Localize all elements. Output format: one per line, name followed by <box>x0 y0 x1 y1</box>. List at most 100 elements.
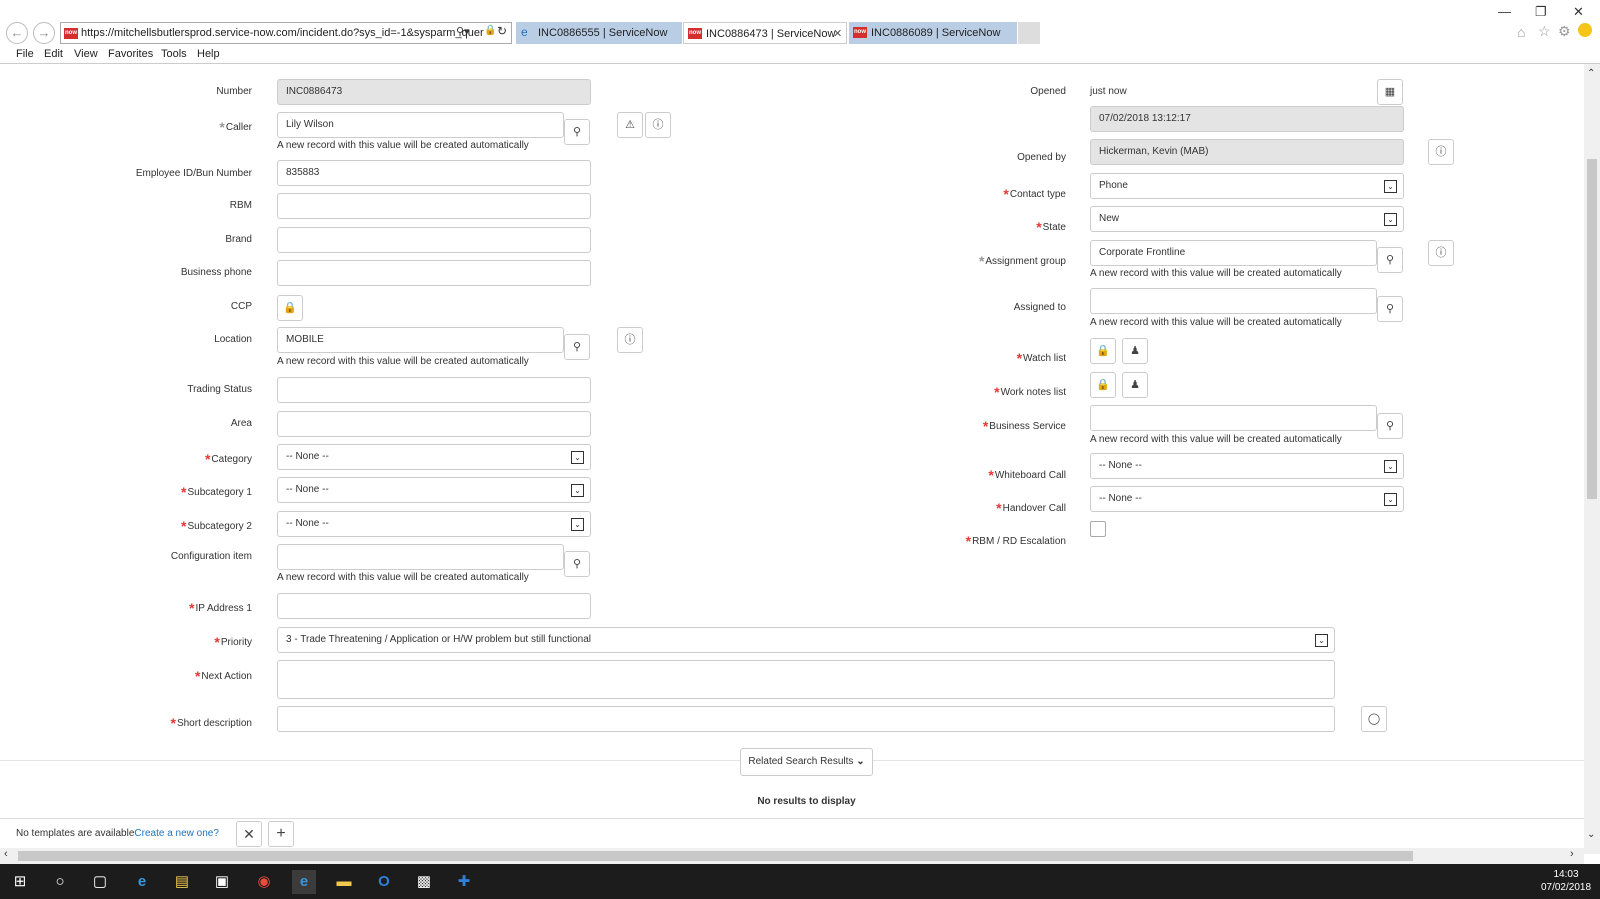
vertical-scrollbar[interactable]: ⌃ ⌄ <box>1584 64 1600 854</box>
command-prompt-icon[interactable]: ▩ <box>412 870 436 894</box>
location-info-icon[interactable]: ⓘ <box>617 327 643 353</box>
caller-info-icon[interactable]: ⓘ <box>645 112 671 138</box>
calendar-icon[interactable]: ▦ <box>1377 79 1403 105</box>
number-field: INC0886473 <box>277 79 591 105</box>
state-select[interactable]: New ⌄ <box>1090 206 1404 232</box>
caller-search-icon[interactable]: ⚲ <box>564 119 590 145</box>
settings-gear-icon[interactable]: ⚙ <box>1558 23 1571 40</box>
restore-icon[interactable]: ❐ <box>1535 4 1547 20</box>
back-icon[interactable]: ← <box>6 22 28 44</box>
edge-icon[interactable]: e <box>130 870 154 894</box>
rbm-escalation-checkbox[interactable] <box>1090 521 1106 537</box>
config-item-search-icon[interactable]: ⚲ <box>564 551 590 577</box>
search-icon[interactable]: ⚲▾ <box>456 25 470 38</box>
favorites-star-icon[interactable]: ☆ <box>1538 23 1551 40</box>
brand-label: Brand <box>225 234 252 245</box>
state-label: *State <box>1036 219 1066 235</box>
work-notes-add-user-icon[interactable]: ♟ <box>1122 372 1148 398</box>
business-service-field[interactable] <box>1090 405 1377 431</box>
work-notes-lock-icon[interactable]: 🔒 <box>1090 372 1116 398</box>
config-item-field[interactable] <box>277 544 564 570</box>
windows-start-icon[interactable]: ⊞ <box>8 870 32 894</box>
minimize-icon[interactable]: — <box>1498 4 1511 19</box>
related-search-button[interactable]: Related Search Results ⌄ <box>740 748 873 776</box>
assignment-group-search-icon[interactable]: ⚲ <box>1377 247 1403 273</box>
watch-list-lock-icon[interactable]: 🔒 <box>1090 338 1116 364</box>
address-bar[interactable]: now https://mitchellsbutlersprod.service… <box>60 22 512 44</box>
next-action-textarea[interactable] <box>277 660 1335 699</box>
add-icon[interactable]: + <box>268 821 294 847</box>
opened-by-info-icon[interactable]: ⓘ <box>1428 139 1454 165</box>
lightbulb-icon[interactable]: ◯ <box>1361 706 1387 732</box>
home-icon[interactable]: ⌂ <box>1517 24 1525 40</box>
app-plus-icon[interactable]: ✚ <box>452 870 476 894</box>
location-field[interactable]: MOBILE <box>277 327 564 353</box>
templates-text: No templates are available <box>16 828 135 839</box>
scroll-down-icon[interactable]: ⌄ <box>1587 829 1595 840</box>
menu-file[interactable]: File <box>16 48 34 60</box>
new-tab-button[interactable] <box>1018 22 1040 44</box>
scroll-left-icon[interactable]: ‹ <box>4 848 8 860</box>
task-view-icon[interactable]: ▢ <box>88 870 112 894</box>
app-icon[interactable]: ▬ <box>332 870 356 894</box>
menu-tools[interactable]: Tools <box>161 48 187 60</box>
opened-by-field: Hickerman, Kevin (MAB) <box>1090 139 1404 165</box>
menu-favorites[interactable]: Favorites <box>108 48 153 60</box>
trading-status-field[interactable] <box>277 377 591 403</box>
ip-address-field[interactable] <box>277 593 591 619</box>
handover-call-select[interactable]: -- None -- ⌄ <box>1090 486 1404 512</box>
chrome-icon[interactable]: ◉ <box>252 870 276 894</box>
scroll-right-icon[interactable]: › <box>1570 848 1574 860</box>
employee-id-field[interactable]: 835883 <box>277 160 591 186</box>
whiteboard-call-select[interactable]: -- None -- ⌄ <box>1090 453 1404 479</box>
short-description-field[interactable] <box>277 706 1335 732</box>
menu-view[interactable]: View <box>74 48 98 60</box>
close-tab-icon[interactable]: ✕ <box>833 23 842 43</box>
cortana-icon[interactable]: ○ <box>48 870 72 894</box>
related-search-label: Related Search Results <box>748 756 854 767</box>
ccp-lock-icon[interactable]: 🔒 <box>277 295 303 321</box>
horizontal-scrollbar[interactable]: ‹ › <box>0 848 1584 864</box>
smiley-feedback-icon[interactable] <box>1578 23 1592 37</box>
warning-icon[interactable]: ⚠ <box>617 112 643 138</box>
rbm-field[interactable] <box>277 193 591 219</box>
category-value: -- None -- <box>286 451 329 462</box>
location-search-icon[interactable]: ⚲ <box>564 334 590 360</box>
menu-help[interactable]: Help <box>197 48 220 60</box>
refresh-icon[interactable]: ↻ <box>497 24 507 38</box>
scroll-thumb[interactable] <box>1587 159 1597 499</box>
outlook-icon[interactable]: O <box>372 870 396 894</box>
category-select[interactable]: -- None -- ⌄ <box>277 444 591 470</box>
chevron-down-icon: ⌄ <box>1384 213 1397 226</box>
business-phone-field[interactable] <box>277 260 591 286</box>
clock[interactable]: 14:03 07/02/2018 <box>1538 868 1594 894</box>
tab-inc0886555[interactable]: e INC0886555 | ServiceNow <box>516 22 682 44</box>
subcategory1-select[interactable]: -- None -- ⌄ <box>277 477 591 503</box>
assigned-to-search-icon[interactable]: ⚲ <box>1377 296 1403 322</box>
caller-note: A new record with this value will be cre… <box>277 140 529 151</box>
internet-explorer-icon[interactable]: e <box>292 870 316 894</box>
close-window-icon[interactable]: ✕ <box>1573 4 1584 20</box>
assigned-to-field[interactable] <box>1090 288 1377 314</box>
scroll-up-icon[interactable]: ⌃ <box>1587 68 1595 79</box>
servicenow-favicon-icon: now <box>853 27 867 38</box>
tab-inc0886089[interactable]: now INC0886089 | ServiceNow <box>849 22 1017 44</box>
forward-icon[interactable]: → <box>33 22 55 44</box>
assignment-group-info-icon[interactable]: ⓘ <box>1428 240 1454 266</box>
tab-inc0886473[interactable]: now INC0886473 | ServiceNow ✕ <box>683 22 847 44</box>
menu-edit[interactable]: Edit <box>44 48 63 60</box>
assignment-group-field[interactable]: Corporate Frontline <box>1090 240 1377 266</box>
subcategory2-select[interactable]: -- None -- ⌄ <box>277 511 591 537</box>
contact-type-select[interactable]: Phone ⌄ <box>1090 173 1404 199</box>
area-field[interactable] <box>277 411 591 437</box>
close-icon[interactable]: ✕ <box>236 821 262 847</box>
business-service-search-icon[interactable]: ⚲ <box>1377 413 1403 439</box>
store-icon[interactable]: ▣ <box>210 870 234 894</box>
watch-list-add-user-icon[interactable]: ♟ <box>1122 338 1148 364</box>
create-template-link[interactable]: Create a new one? <box>134 828 219 839</box>
scroll-thumb[interactable] <box>18 851 1413 861</box>
brand-field[interactable] <box>277 227 591 253</box>
file-explorer-icon[interactable]: ▤ <box>170 870 194 894</box>
priority-select[interactable]: 3 - Trade Threatening / Application or H… <box>277 627 1335 653</box>
caller-field[interactable]: Lily Wilson <box>277 112 564 138</box>
